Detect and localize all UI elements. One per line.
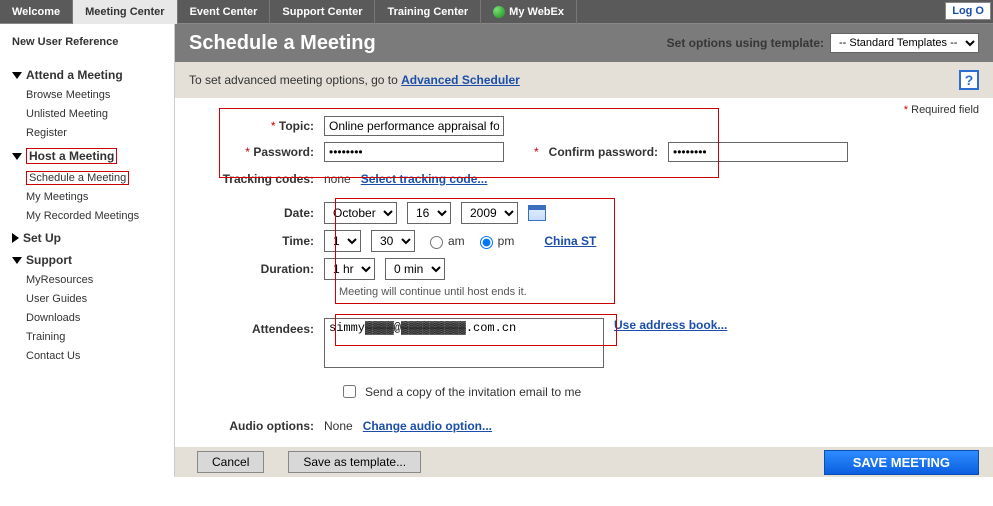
pm-label: pm <box>498 234 515 248</box>
duration-hr-select[interactable]: 1 hr <box>324 258 375 280</box>
sendcopy-label: Send a copy of the invitation email to m… <box>365 385 581 399</box>
host-heading-label: Host a Meeting <box>26 148 117 164</box>
year-select[interactable]: 2009 <box>461 202 518 224</box>
attend-heading[interactable]: Attend a Meeting <box>12 68 166 82</box>
cancel-button[interactable]: Cancel <box>197 451 264 473</box>
tracking-link[interactable]: Select tracking code... <box>361 172 488 186</box>
sidebar-register[interactable]: Register <box>26 126 166 140</box>
sidebar-browse-meetings[interactable]: Browse Meetings <box>26 88 166 102</box>
timezone-link[interactable]: China ST <box>544 234 596 248</box>
chevron-down-icon <box>12 257 22 264</box>
support-heading[interactable]: Support <box>12 253 166 267</box>
sidebar-contact-us[interactable]: Contact Us <box>26 349 166 363</box>
sidebar-downloads[interactable]: Downloads <box>26 311 166 325</box>
form-area: * Required field * Topic: * Password: * <box>175 98 993 447</box>
page-title: Schedule a Meeting <box>189 32 376 55</box>
tab-welcome[interactable]: Welcome <box>0 0 73 24</box>
save-template-button[interactable]: Save as template... <box>288 451 421 473</box>
am-radio[interactable] <box>430 236 443 249</box>
sidebar-schedule-meeting[interactable]: Schedule a Meeting <box>26 171 129 185</box>
tab-meeting-center[interactable]: Meeting Center <box>73 0 177 24</box>
log-button[interactable]: Log O <box>945 2 991 20</box>
tracking-none: none <box>324 172 351 186</box>
addressbook-link[interactable]: Use address book... <box>614 318 727 332</box>
sidebar-training[interactable]: Training <box>26 330 166 344</box>
tab-training-center[interactable]: Training Center <box>375 0 481 24</box>
sidebar-user-guides[interactable]: User Guides <box>26 292 166 306</box>
page-header: Schedule a Meeting Set options using tem… <box>175 24 993 62</box>
day-select[interactable]: 16 <box>407 202 451 224</box>
chevron-right-icon <box>12 233 19 243</box>
sidebar: New User Reference Attend a Meeting Brow… <box>0 24 175 477</box>
time-label: Time: <box>282 234 314 248</box>
sidebar-my-recorded[interactable]: My Recorded Meetings <box>26 209 166 223</box>
sidebar-myresources[interactable]: MyResources <box>26 273 166 287</box>
audio-link[interactable]: Change audio option... <box>363 419 492 433</box>
template-select[interactable]: -- Standard Templates -- <box>830 33 979 53</box>
hour-select[interactable]: 1 <box>324 230 361 252</box>
advanced-prefix: To set advanced meeting options, go to <box>189 73 401 87</box>
duration-note: Meeting will continue until host ends it… <box>339 286 979 298</box>
advanced-scheduler-link[interactable]: Advanced Scheduler <box>401 73 520 87</box>
attend-heading-label: Attend a Meeting <box>26 68 123 82</box>
pm-radio[interactable] <box>480 236 493 249</box>
tab-support-center[interactable]: Support Center <box>270 0 375 24</box>
audio-none: None <box>324 419 353 433</box>
globe-icon <box>493 6 505 18</box>
minute-select[interactable]: 30 <box>371 230 415 252</box>
chevron-down-icon <box>12 153 22 160</box>
attendees-label: Attendees: <box>252 322 314 336</box>
content: Schedule a Meeting Set options using tem… <box>175 24 993 477</box>
sidebar-unlisted-meeting[interactable]: Unlisted Meeting <box>26 107 166 121</box>
tab-my-webex-label: My WebEx <box>509 6 564 18</box>
am-label: am <box>448 234 465 248</box>
attendees-input[interactable] <box>324 318 604 368</box>
support-heading-label: Support <box>26 253 72 267</box>
confirm-password-label: Confirm password: <box>549 145 658 159</box>
tracking-label: Tracking codes: <box>223 172 314 186</box>
topic-label: Topic: <box>279 119 314 133</box>
setup-heading-label: Set Up <box>23 231 61 245</box>
topic-input[interactable] <box>324 116 504 136</box>
calendar-icon[interactable] <box>528 205 546 221</box>
audio-label: Audio options: <box>229 419 314 433</box>
confirm-password-input[interactable] <box>668 142 848 162</box>
template-label: Set options using template: <box>667 36 824 50</box>
date-label: Date: <box>284 206 314 220</box>
month-select[interactable]: October <box>324 202 397 224</box>
top-nav: Welcome Meeting Center Event Center Supp… <box>0 0 993 24</box>
help-icon[interactable]: ? <box>959 70 979 90</box>
new-user-reference[interactable]: New User Reference <box>12 36 166 48</box>
tab-event-center[interactable]: Event Center <box>178 0 271 24</box>
chevron-down-icon <box>12 72 22 79</box>
footer-bar: Cancel Save as template... SAVE MEETING <box>175 447 993 477</box>
save-meeting-button[interactable]: SAVE MEETING <box>824 450 979 475</box>
host-heading[interactable]: Host a Meeting <box>12 148 166 164</box>
sendcopy-checkbox[interactable] <box>343 385 356 398</box>
advanced-bar: To set advanced meeting options, go to A… <box>175 62 993 98</box>
password-input[interactable] <box>324 142 504 162</box>
tab-my-webex[interactable]: My WebEx <box>481 0 577 24</box>
duration-label: Duration: <box>261 262 314 276</box>
password-label: Password: <box>253 145 314 159</box>
duration-min-select[interactable]: 0 min <box>385 258 445 280</box>
setup-heading[interactable]: Set Up <box>12 231 166 245</box>
sidebar-my-meetings[interactable]: My Meetings <box>26 190 166 204</box>
